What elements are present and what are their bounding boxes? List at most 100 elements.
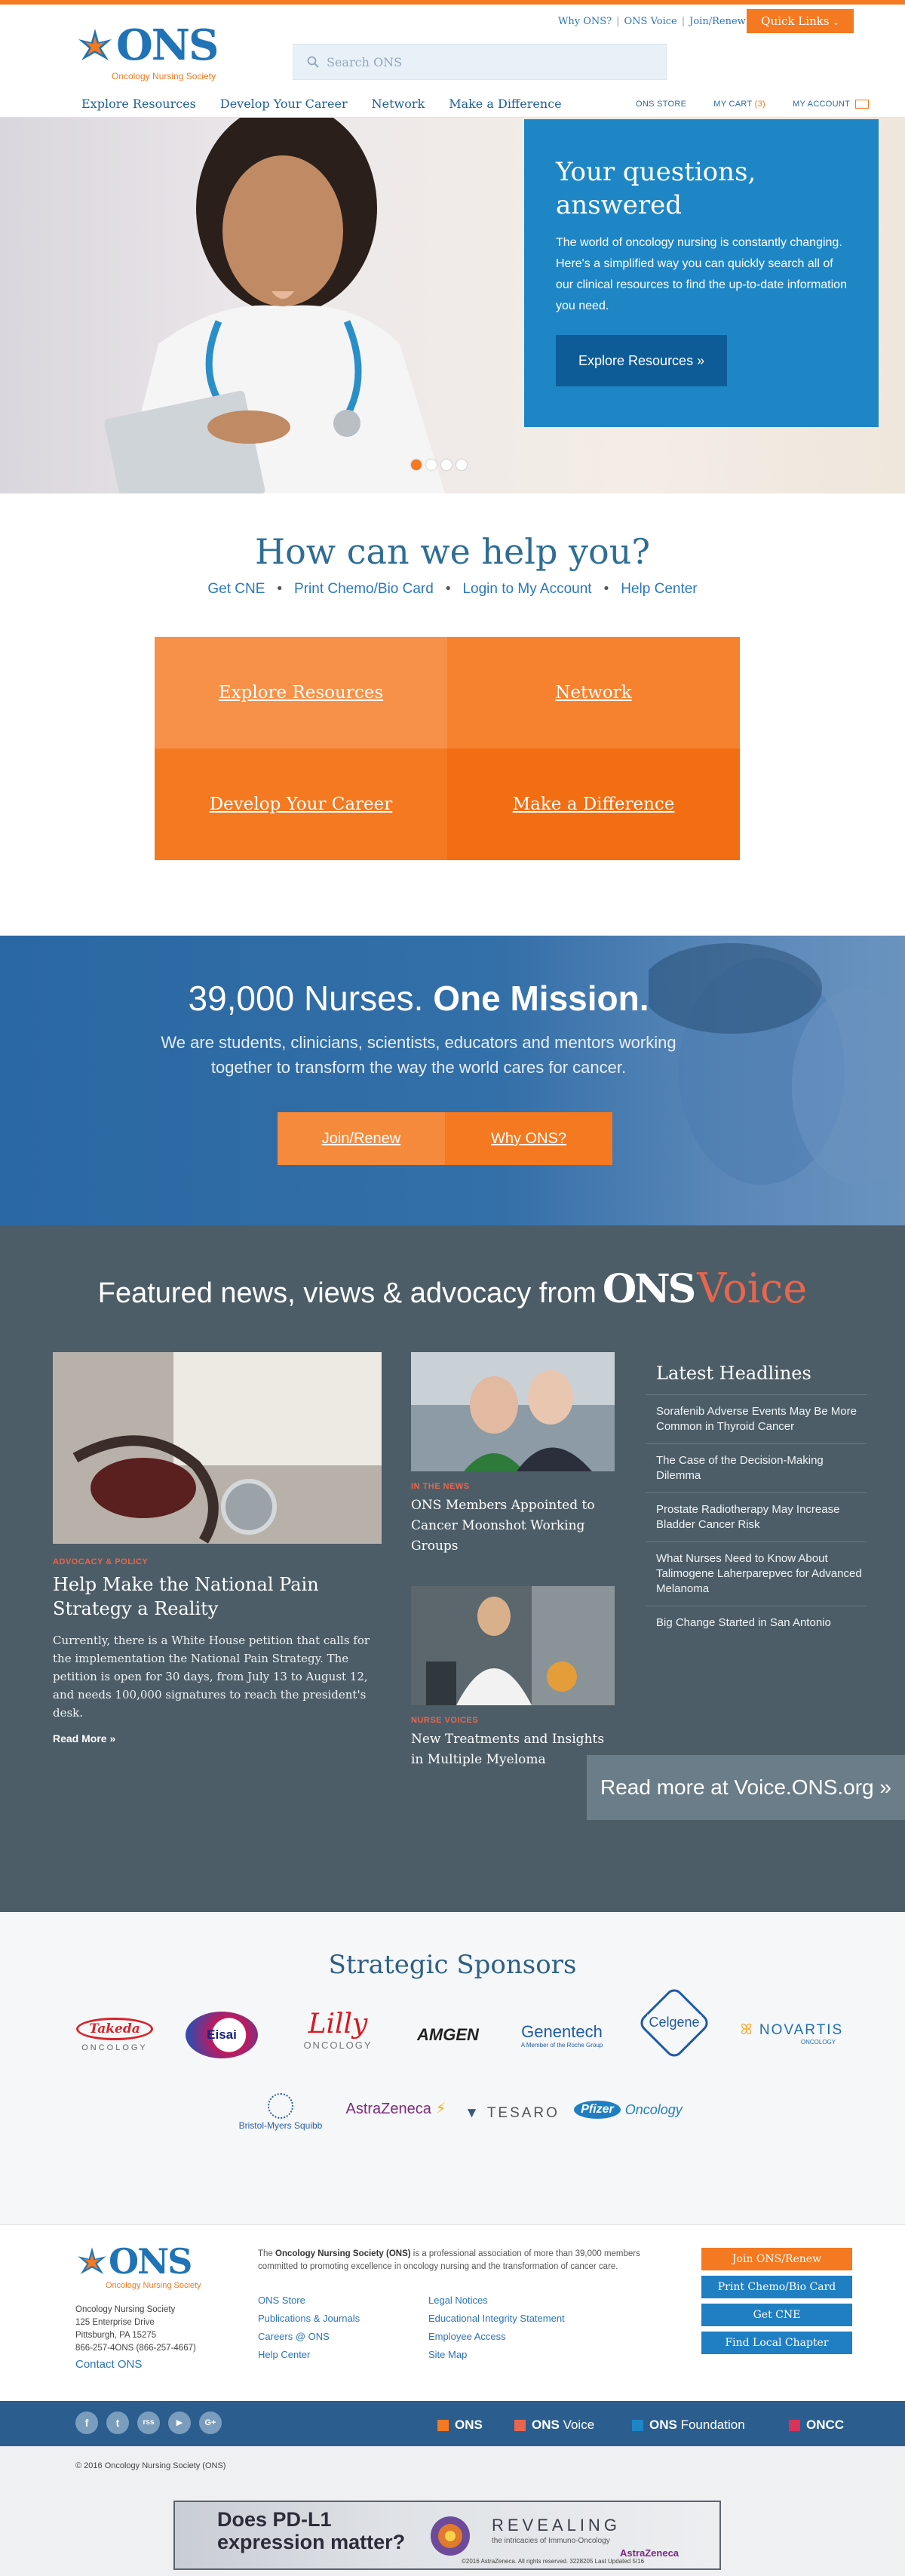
headline-item[interactable]: Prostate Radiotherapy May Increase Bladd…: [646, 1493, 867, 1542]
brand-ons-voice-link[interactable]: ONS Voice: [514, 2418, 594, 2433]
twitter-icon[interactable]: t: [106, 2412, 129, 2434]
footer-link[interactable]: Site Map: [428, 2346, 565, 2364]
carousel-dot[interactable]: [411, 460, 422, 470]
help-section: How can we help you? Get CNE • Print Chemo…: [0, 493, 905, 936]
ons-star-icon: [78, 2247, 106, 2274]
article-title[interactable]: ONS Members Appointed to Cancer Moonshot…: [411, 1495, 615, 1557]
headline-item[interactable]: Big Change Started in San Antonio: [646, 1606, 867, 1640]
article-title[interactable]: New Treatments and Insights in Multiple …: [411, 1729, 615, 1770]
carousel-dot[interactable]: [426, 460, 437, 470]
quick-links-button[interactable]: Quick Links ⌄: [747, 9, 854, 33]
tile-network[interactable]: Network: [447, 637, 740, 749]
nav-make-difference[interactable]: Make a Difference: [449, 97, 561, 111]
pfizer-logo[interactable]: Pfizer Oncology: [573, 2101, 683, 2119]
print-chemo-card-link[interactable]: Print Chemo/Bio Card: [294, 581, 434, 597]
headline-item[interactable]: The Case of the Decision-Making Dilemma: [646, 1444, 867, 1493]
rss-icon[interactable]: rss: [137, 2412, 160, 2434]
join-renew-link[interactable]: Join/Renew: [689, 16, 746, 27]
tile-make-difference[interactable]: Make a Difference: [447, 749, 740, 860]
footer-address: Oncology Nursing Society 125 Enterprise …: [75, 2304, 196, 2355]
ons-voice-link[interactable]: ONS Voice: [624, 16, 677, 27]
join-ons-renew-button[interactable]: Join ONS/Renew: [701, 2248, 852, 2270]
novartis-logo[interactable]: ꕤ NOVARTIS ONCOLOGY: [739, 2022, 845, 2046]
footer-logo[interactable]: ONS Oncology Nursing Society: [75, 2244, 201, 2290]
google-plus-icon[interactable]: G+: [199, 2412, 222, 2434]
footer-link[interactable]: ONS Store: [258, 2292, 360, 2310]
find-local-chapter-button[interactable]: Find Local Chapter: [701, 2332, 852, 2354]
ad-revealing: REVEALING: [492, 2516, 621, 2535]
astrazeneca-logo[interactable]: AstraZeneca ⚡: [342, 2099, 449, 2118]
nav-explore-resources[interactable]: Explore Resources: [81, 97, 196, 111]
ons-logo[interactable]: ONS Oncology Nursing Society: [75, 24, 219, 81]
youtube-icon[interactable]: ▶: [168, 2412, 191, 2434]
why-ons-button[interactable]: Why ONS?: [445, 1112, 612, 1165]
lab-photo[interactable]: [411, 1586, 615, 1705]
get-cne-button[interactable]: Get CNE: [701, 2304, 852, 2326]
get-cne-link[interactable]: Get CNE: [207, 581, 265, 597]
my-account-link[interactable]: MY ACCOUNT: [793, 100, 870, 109]
lilly-logo[interactable]: Lilly ONCOLOGY: [300, 2009, 376, 2051]
footer-link[interactable]: Publications & Journals: [258, 2310, 360, 2328]
latest-headlines-title: Latest Headlines: [646, 1352, 867, 1395]
print-chemo-card-button[interactable]: Print Chemo/Bio Card: [701, 2276, 852, 2298]
brand-ons-link[interactable]: ONS: [437, 2418, 483, 2433]
footer-link[interactable]: Help Center: [258, 2346, 360, 2364]
read-more-voice-button[interactable]: Read more at Voice.ONS.org »: [587, 1755, 905, 1820]
join-renew-button[interactable]: Join/Renew: [278, 1112, 445, 1165]
nav-network[interactable]: Network: [372, 97, 425, 111]
article-category: IN THE NEWS: [411, 1482, 470, 1491]
my-cart-link[interactable]: MY CART (3): [713, 100, 765, 109]
footer-links-col2: Legal Notices Educational Integrity Stat…: [428, 2292, 565, 2364]
explore-resources-button[interactable]: Explore Resources »: [556, 335, 728, 386]
brand-oncc-link[interactable]: ONCC: [789, 2418, 844, 2433]
article-title[interactable]: Help Make the National Pain Strategy a R…: [53, 1572, 382, 1621]
read-more-link[interactable]: Read More »: [53, 1732, 382, 1744]
footer-link[interactable]: Employee Access: [428, 2328, 565, 2346]
login-account-link[interactable]: Login to My Account: [462, 581, 591, 597]
moonshot-photo[interactable]: [411, 1352, 615, 1471]
footer-link[interactable]: Legal Notices: [428, 2292, 565, 2310]
tile-explore-resources[interactable]: Explore Resources: [155, 637, 447, 749]
celgene-logo[interactable]: Celgene: [637, 1985, 712, 2060]
search-icon[interactable]: [307, 56, 319, 68]
ons-store-link[interactable]: ONS STORE: [636, 100, 686, 109]
brand-ons-foundation-link[interactable]: ONS Foundation: [632, 2418, 745, 2433]
ad-brand: AstraZeneca: [620, 2547, 680, 2559]
facebook-icon[interactable]: f: [75, 2412, 98, 2434]
pd-l1-ad-banner[interactable]: Does PD-L1 expression matter? REVEALING …: [173, 2501, 721, 2570]
nav-develop-career[interactable]: Develop Your Career: [220, 97, 348, 111]
carousel-dot[interactable]: [441, 460, 452, 470]
tile-develop-career[interactable]: Develop Your Career: [155, 749, 447, 860]
search-input[interactable]: [327, 54, 643, 69]
footer-logo-subtitle: Oncology Nursing Society: [106, 2281, 201, 2290]
hero-carousel: Your questions, answered The world of on…: [0, 118, 905, 493]
phone-line: 866-257-4ONS (866-257-4667): [75, 2344, 196, 2353]
mission-text: We are students, clinicians, scientists,…: [161, 1033, 676, 1077]
why-ons-link[interactable]: Why ONS?: [558, 16, 612, 27]
address-line: 125 Enterprise Drive: [75, 2318, 155, 2327]
amgen-logo[interactable]: AMGEN: [410, 2025, 486, 2045]
voice-brand-voice: Voice: [697, 1265, 808, 1312]
sponsor-logos: Takeda ONCOLOGY Eisai Lilly ONCOLOGY AMG…: [0, 1985, 905, 2131]
contact-ons-link[interactable]: Contact ONS: [75, 2358, 142, 2371]
my-account-label: MY ACCOUNT: [793, 100, 850, 109]
genentech-logo[interactable]: Genentech A Member of the Roche Group: [516, 2022, 608, 2049]
help-center-link[interactable]: Help Center: [621, 581, 697, 597]
headline-item[interactable]: Sorafenib Adverse Events May Be More Com…: [646, 1395, 867, 1444]
footer-link[interactable]: Careers @ ONS: [258, 2328, 360, 2346]
eisai-logo[interactable]: Eisai: [186, 2009, 258, 2061]
footer-link[interactable]: Educational Integrity Statement: [428, 2310, 565, 2328]
cell-graphic-icon: [431, 2516, 470, 2556]
main-nav: Explore Resources Develop Your Career Ne…: [81, 97, 562, 111]
bms-logo[interactable]: Bristol-Myers Squibb: [234, 2093, 327, 2131]
hero-nurse-image: [104, 118, 445, 493]
tesaro-logo[interactable]: ▼ TESARO: [463, 2105, 561, 2122]
help-tiles: Explore Resources Network Develop Your C…: [155, 637, 740, 860]
stethoscope-image[interactable]: [53, 1352, 382, 1544]
carousel-dot[interactable]: [456, 460, 467, 470]
headline-item[interactable]: What Nurses Need to Know About Talimogen…: [646, 1542, 867, 1606]
takeda-logo[interactable]: Takeda ONCOLOGY: [72, 2018, 157, 2052]
article-excerpt: Currently, there is a White House petiti…: [53, 1634, 370, 1720]
sponsors-title: Strategic Sponsors: [328, 1950, 577, 1980]
social-bar: f t rss ▶ G+ ONS ONS Voice ONS Foundatio…: [0, 2401, 905, 2446]
